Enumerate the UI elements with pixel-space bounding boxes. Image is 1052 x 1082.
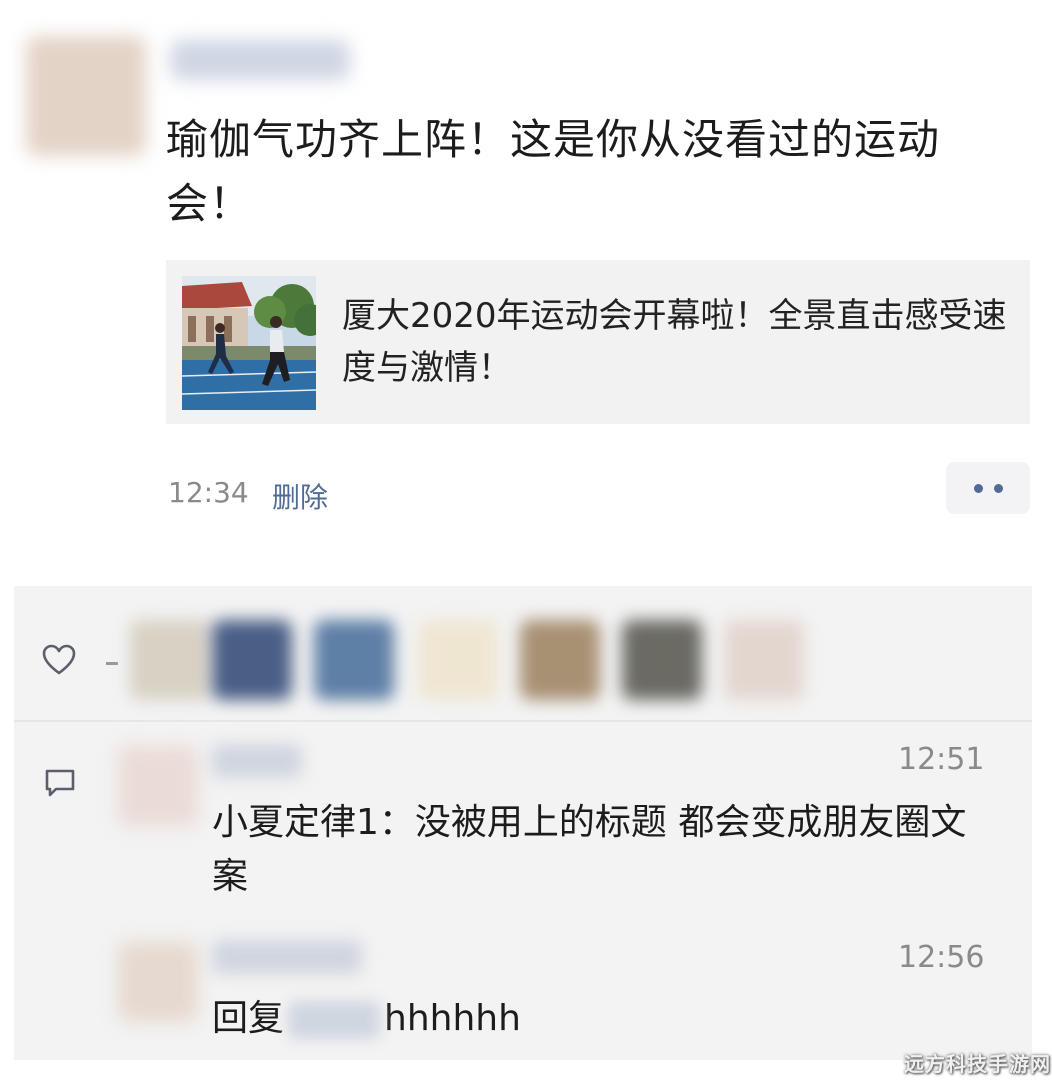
post-timestamp: 12:34 <box>168 476 249 509</box>
link-title: 厦大2020年运动会开幕啦！全景直击感受速度与激情！ <box>342 296 1007 388</box>
watermark: 远方科技手游网 <box>904 1052 1051 1076</box>
liker-avatar[interactable] <box>418 620 498 700</box>
comment-icon <box>44 768 76 802</box>
commenter-name[interactable] <box>212 940 362 974</box>
heart-icon <box>42 644 76 680</box>
comment-timestamp: 12:56 <box>898 940 985 975</box>
more-dot-icon <box>994 484 1003 493</box>
like-separator <box>106 662 118 665</box>
commenter-avatar[interactable] <box>118 746 198 826</box>
moments-post-screen: 瑜伽气功齐上阵！这是你从没看过的运动会！ 厦大2020年运动会开幕啦！全景直击感… <box>0 0 1052 1082</box>
reply-prefix: 回复 <box>212 998 285 1039</box>
reply-target-name[interactable] <box>288 1001 381 1039</box>
liker-avatar[interactable] <box>130 620 210 700</box>
shared-link-card[interactable]: 厦大2020年运动会开幕啦！全景直击感受速度与激情！ <box>166 260 1030 424</box>
link-thumbnail <box>182 276 316 410</box>
more-actions-button[interactable] <box>946 462 1030 514</box>
commenter-avatar[interactable] <box>118 942 198 1022</box>
liker-avatar[interactable] <box>520 620 600 700</box>
liker-avatar[interactable] <box>212 620 292 700</box>
comment-timestamp: 12:51 <box>898 742 985 777</box>
more-dot-icon <box>974 484 983 493</box>
liker-avatar[interactable] <box>314 620 394 700</box>
liker-avatar[interactable] <box>724 620 804 700</box>
liker-avatar[interactable] <box>622 620 702 700</box>
likes-row <box>14 586 1032 720</box>
reply-content: hhhhhh <box>384 998 521 1039</box>
divider <box>14 720 1032 722</box>
comment-text: 回复 hhhhhh <box>212 992 1002 1046</box>
post-text: 瑜伽气功齐上阵！这是你从没看过的运动会！ <box>166 115 941 228</box>
commenter-name[interactable] <box>212 744 302 778</box>
author-name[interactable] <box>170 40 350 80</box>
delete-button[interactable]: 删除 <box>272 476 328 516</box>
interaction-panel: 12:51 小夏定律1：没被用上的标题 都会变成朋友圈文案 12:56 回复 hh… <box>14 586 1032 1060</box>
author-avatar[interactable] <box>26 36 146 156</box>
comment-text: 小夏定律1：没被用上的标题 都会变成朋友圈文案 <box>212 802 967 897</box>
